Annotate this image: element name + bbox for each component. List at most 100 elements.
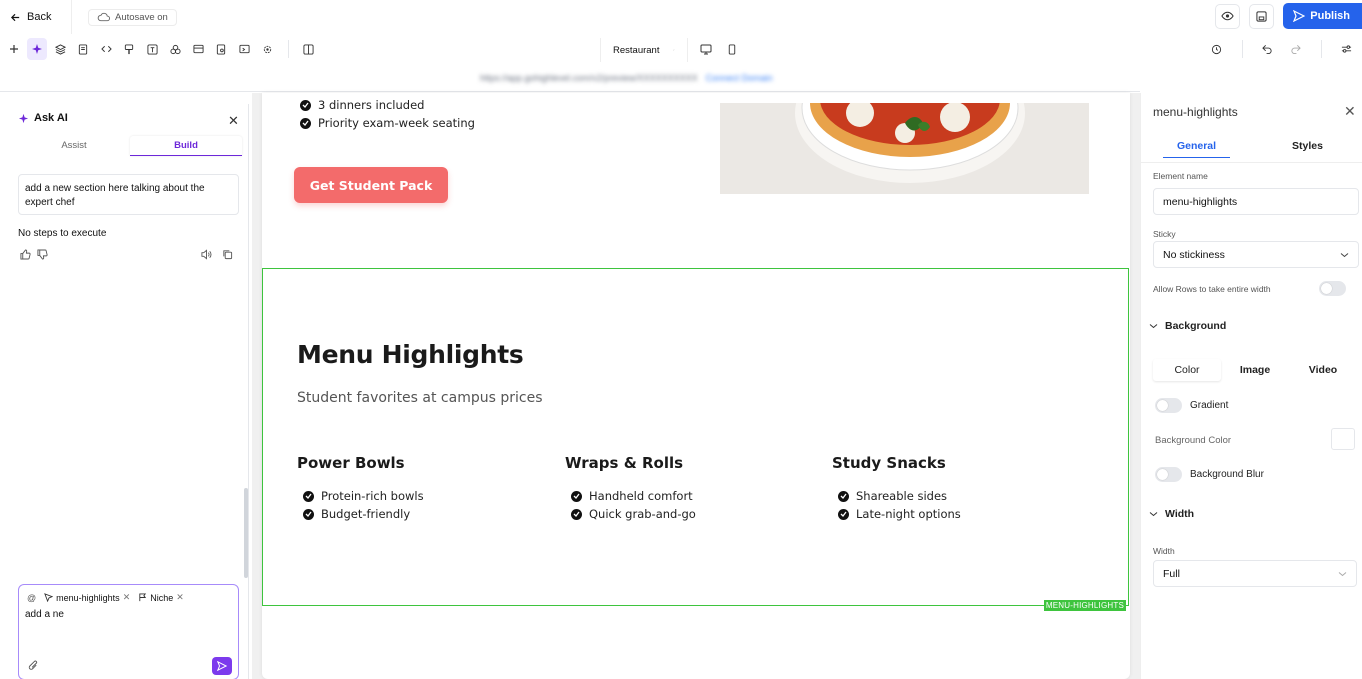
settings-icon[interactable] [257, 38, 277, 60]
get-student-pack-button[interactable]: Get Student Pack [294, 167, 448, 203]
back-button[interactable]: Back [0, 0, 72, 34]
pages-icon[interactable] [73, 38, 93, 60]
list-item: Priority exam-week seating [300, 114, 475, 132]
history-icon[interactable] [1206, 38, 1226, 60]
top-bar: Back Autosave on Publish [0, 0, 1362, 34]
ai-panel-title: Ask AI [34, 112, 68, 124]
element-name-label: Element name [1153, 171, 1208, 181]
menu-column-power-bowls: Power Bowls Protein-rich bowls Budget-fr… [297, 454, 424, 523]
ai-sparkle-icon[interactable] [27, 38, 47, 60]
copy-icon[interactable] [222, 249, 233, 260]
publish-button[interactable]: Publish [1283, 3, 1362, 29]
thumbs-down-icon[interactable] [37, 249, 48, 260]
background-color-label: Background Color [1155, 435, 1232, 446]
send-button[interactable] [212, 657, 232, 675]
list-item: 3 dinners included [300, 96, 475, 114]
remove-chip-icon[interactable]: ✕ [123, 592, 131, 603]
text-icon[interactable] [142, 38, 162, 60]
components-icon[interactable] [165, 38, 185, 60]
chip-label: menu-highlights [56, 592, 120, 603]
media-icon[interactable] [234, 38, 254, 60]
pizza-image [720, 103, 1089, 194]
sticky-select[interactable]: No stickiness [1153, 241, 1359, 268]
preview-url-bar: https://app.gohighlevel.com/v2/preview/X… [0, 66, 1140, 92]
undo-icon[interactable] [1257, 38, 1277, 60]
background-accordion[interactable]: Background [1149, 320, 1226, 332]
context-chip[interactable]: Niche ✕ [138, 592, 184, 603]
connect-domain-link[interactable]: Connect Domain [706, 73, 773, 83]
add-icon[interactable] [4, 38, 24, 60]
paperclip-icon[interactable] [28, 660, 39, 672]
remove-chip-icon[interactable]: ✕ [176, 592, 184, 603]
list-item-label: Protein-rich bowls [321, 489, 424, 503]
check-circle-icon [303, 508, 314, 520]
editor-toolbar: Restaurant [0, 38, 1362, 62]
speaker-icon[interactable] [201, 249, 212, 260]
flag-icon [139, 593, 147, 602]
context-chip[interactable]: menu-highlights ✕ [44, 592, 130, 603]
allow-rows-toggle[interactable] [1319, 281, 1346, 296]
autosave-badge: Autosave on [88, 8, 177, 26]
tab-build[interactable]: Build [130, 136, 242, 156]
gradient-toggle[interactable] [1155, 398, 1182, 413]
background-blur-toggle[interactable] [1155, 467, 1182, 482]
redo-icon[interactable] [1285, 38, 1305, 60]
desktop-view-icon[interactable] [696, 38, 716, 60]
save-button[interactable] [1249, 3, 1275, 29]
close-icon[interactable]: ✕ [228, 113, 239, 129]
close-icon[interactable]: ✕ [1344, 103, 1356, 120]
check-circle-icon [571, 508, 582, 520]
ai-sparkle-icon [18, 113, 29, 123]
list-item: Protein-rich bowls [303, 487, 424, 505]
list-item-label: Quick grab-and-go [589, 507, 696, 521]
sticky-value: No stickiness [1163, 248, 1225, 261]
width-accordion[interactable]: Width [1149, 508, 1194, 520]
check-circle-icon [838, 490, 849, 502]
list-item-label: Budget-friendly [321, 507, 411, 521]
tab-assist[interactable]: Assist [18, 136, 130, 156]
ai-prompt-input[interactable]: @ menu-highlights ✕ Niche ✕ add a ne [18, 584, 239, 679]
cursor-icon [44, 593, 54, 602]
chevron-down-icon [673, 49, 675, 51]
properties-panel: menu-highlights ✕ General Styles Element… [1140, 93, 1362, 679]
scrollbar[interactable] [244, 488, 248, 578]
tab-image[interactable]: Image [1221, 359, 1289, 381]
tab-general[interactable]: General [1141, 133, 1252, 162]
section-tag: MENU-HIGHLIGHTS [1043, 600, 1126, 611]
element-name-value: menu-highlights [1163, 195, 1238, 208]
width-value: Full [1163, 567, 1180, 580]
preview-button[interactable] [1215, 3, 1241, 29]
arrow-left-icon [10, 13, 20, 21]
page-selector[interactable]: Restaurant [600, 38, 688, 62]
form-icon[interactable] [211, 38, 231, 60]
save-icon [1256, 10, 1267, 22]
width-select[interactable]: Full [1153, 560, 1357, 587]
list-item: Budget-friendly [303, 505, 424, 523]
tab-video[interactable]: Video [1289, 359, 1357, 381]
page-name: Restaurant [613, 44, 660, 56]
sticky-label: Sticky [1153, 229, 1176, 239]
cloud-icon [97, 12, 110, 22]
toolbar-divider-right [1242, 40, 1243, 58]
chevron-down-icon [1340, 252, 1349, 257]
tab-general-label: General [1162, 140, 1231, 158]
element-name-input[interactable]: menu-highlights [1153, 188, 1359, 215]
background-color-swatch[interactable] [1331, 428, 1355, 450]
menu-highlights-section[interactable]: MENU-HIGHLIGHTS [262, 268, 1129, 611]
sliders-icon[interactable] [1336, 38, 1356, 60]
tab-color[interactable]: Color [1153, 359, 1221, 381]
eye-icon [1221, 11, 1234, 21]
prompt-text[interactable]: add a ne [25, 609, 64, 620]
mobile-view-icon[interactable] [722, 38, 742, 60]
url-text: https://app.gohighlevel.com/v2/preview/X… [480, 73, 698, 83]
brush-icon[interactable] [119, 38, 139, 60]
code-icon[interactable] [96, 38, 116, 60]
tab-styles[interactable]: Styles [1252, 133, 1362, 162]
layout-icon[interactable] [188, 38, 208, 60]
split-view-icon[interactable] [298, 38, 318, 60]
layers-icon[interactable] [50, 38, 70, 60]
chevron-down-icon [1338, 571, 1347, 576]
thumbs-up-icon[interactable] [20, 249, 31, 260]
menu-column-study-snacks: Study Snacks Shareable sides Late-night … [832, 454, 961, 523]
mention-icon[interactable]: @ [27, 593, 36, 603]
